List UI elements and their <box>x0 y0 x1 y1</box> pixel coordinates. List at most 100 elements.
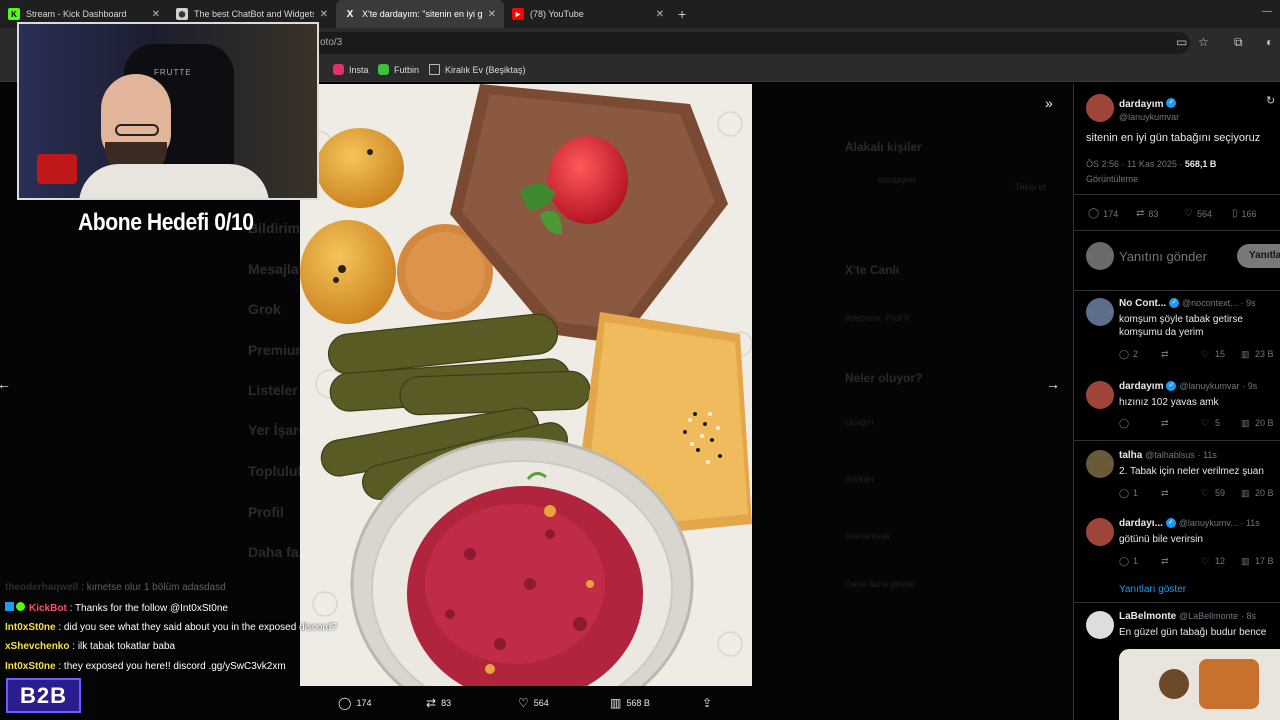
chat-message: theoderhaqwell : kımetse olur 1 bölüm ad… <box>5 582 226 593</box>
reply-avatar[interactable] <box>1086 518 1114 546</box>
reply-views-icon[interactable]: ▥ <box>1241 349 1250 360</box>
reply-views-icon[interactable]: ▥ <box>1241 556 1250 567</box>
bookmark-futbin[interactable]: Futbin <box>378 64 419 75</box>
reply-item[interactable]: talha @talhablsus · 11s 2. Tabak için ne… <box>1074 450 1280 510</box>
whats-happening-title: Neler oluyor? <box>845 371 923 385</box>
views-action[interactable]: ▥ 568 B <box>610 696 650 710</box>
reply-action[interactable]: ◯ 174 <box>338 696 371 710</box>
tab-close-icon[interactable]: ✕ <box>488 9 496 20</box>
chat-text: : ilk tabak tokatlar baba <box>69 641 176 652</box>
reply-reply-icon[interactable]: ◯ <box>1119 488 1129 499</box>
reply-button[interactable]: Yanıtla <box>1237 244 1280 268</box>
reply-retweet-icon[interactable]: ⇄ <box>1161 349 1169 360</box>
author-info: dardayım ✓ @lanuykumvar <box>1119 94 1179 122</box>
tab-label: Stream - Kick Dashboard <box>26 9 127 19</box>
reply-name[interactable]: No Cont... <box>1119 298 1166 309</box>
reply-text: komşum şöyle tabak getirse komşumu da ye… <box>1119 314 1243 338</box>
expand-panel-icon[interactable]: » <box>1045 95 1053 111</box>
divider <box>1074 194 1280 195</box>
reply-name[interactable]: talha <box>1119 450 1142 461</box>
tab-close-icon[interactable]: ✕ <box>152 9 160 20</box>
bookmark-label: Insta <box>349 64 369 75</box>
tab-close-icon[interactable]: ✕ <box>656 9 664 20</box>
detail-retweet[interactable]: ⇄ 83 <box>1136 208 1158 219</box>
detail-like[interactable]: ♡ 564 <box>1184 208 1212 219</box>
bookmark-kiralik-ev[interactable]: Kiralık Ev (Beşiktaş) <box>429 64 526 75</box>
reply-retweet-icon[interactable]: ⇄ <box>1161 418 1169 429</box>
detail-bookmark[interactable]: ▯ 166 <box>1232 208 1257 219</box>
detail-reply[interactable]: ◯ 174 <box>1088 208 1118 219</box>
next-image-icon[interactable]: → <box>1046 376 1060 392</box>
reply-item[interactable]: LaBelmonte @LaBellmonte · 8s En güzel gü… <box>1074 611 1280 720</box>
reply-name[interactable]: dardayı... <box>1119 518 1163 529</box>
reply-views-count: 23 B <box>1255 349 1274 359</box>
reply-views-count: 17 B <box>1255 556 1274 566</box>
reply-retweet-icon[interactable]: ⇄ <box>1161 488 1169 499</box>
bg-text: Daha fazla göster <box>845 579 916 589</box>
reply-like-icon[interactable]: ♡ <box>1201 556 1209 567</box>
share-action[interactable]: ⇪ <box>702 696 717 710</box>
reply-views-icon[interactable]: ▥ <box>1241 488 1250 499</box>
reply-like-icon[interactable]: ♡ <box>1201 349 1209 360</box>
reply-item[interactable]: dardayım ✓ @lanuykumvar · 9s hızınız 102 … <box>1074 381 1280 441</box>
profile-icon[interactable]: ◐ <box>1266 35 1273 49</box>
reply-avatar[interactable] <box>1086 298 1114 326</box>
reply-item[interactable]: No Cont... ✓ @nocontext... · 9s komşum şö… <box>1074 298 1280 364</box>
tab-close-icon[interactable]: ✕ <box>320 9 328 20</box>
reply-avatar[interactable] <box>1086 611 1114 639</box>
new-tab-button[interactable]: + <box>678 6 686 22</box>
like-action[interactable]: ♡ 564 <box>518 696 549 710</box>
author-avatar[interactable] <box>1086 94 1114 122</box>
reply-icon: ◯ <box>1088 208 1100 219</box>
chat-username: xShevchenko <box>5 641 70 652</box>
chat-message: Int0xSt0ne : did you see what they said … <box>5 622 337 633</box>
reply-views-icon[interactable]: ▥ <box>1241 418 1250 429</box>
reply-retweet-icon[interactable]: ⇄ <box>1161 556 1169 567</box>
chat-message: KickBot : Thanks for the follow @Int0xSt… <box>5 602 228 614</box>
show-replies-link[interactable]: Yanıtları göster <box>1119 584 1186 595</box>
views-label: Görüntüleme <box>1086 174 1139 184</box>
tweet-photo[interactable] <box>300 84 752 686</box>
reply-item[interactable]: dardayı... ✓ @lanuykumv... · 11s götünü b… <box>1074 518 1280 578</box>
cast-icon[interactable]: ▭ <box>1176 35 1187 49</box>
reply-avatar[interactable] <box>1086 381 1114 409</box>
heart-icon: ♡ <box>1184 208 1193 219</box>
views-number: 568,1 B <box>1184 159 1217 169</box>
reply-avatar[interactable] <box>1086 450 1114 478</box>
tweet-text: sitenin en iyi gün tabağını seçiyoruz <box>1086 132 1261 144</box>
nav-grok: Grok <box>248 301 281 317</box>
reply-reply-count: 2 <box>1133 349 1139 359</box>
previous-image-icon[interactable]: ← <box>0 376 11 392</box>
detail-reply-count: 174 <box>1103 208 1119 219</box>
reply-input[interactable]: Yanıtını gönder <box>1119 249 1207 264</box>
minimize-icon[interactable]: — <box>1262 6 1272 17</box>
tab-x-post[interactable]: X X'te dardayım: "sitenin en iyi gü ✕ <box>336 0 504 28</box>
reply-name[interactable]: dardayım <box>1119 381 1163 392</box>
reply-photo[interactable] <box>1119 649 1280 720</box>
reply-reply-icon[interactable]: ◯ <box>1119 556 1129 567</box>
author-handle[interactable]: @lanuykumvar <box>1119 112 1179 122</box>
tab-label: The best ChatBot and Widgets <box>194 9 314 19</box>
media-action-bar: ◯ 174 ⇄ 83 ♡ 564 ▥ 568 B ⇪ <box>300 690 752 718</box>
author-name[interactable]: dardayım <box>1119 99 1163 110</box>
reply-header: dardayı... ✓ @lanuykumv... · 11s <box>1119 518 1260 529</box>
reply-like-icon[interactable]: ♡ <box>1201 418 1209 429</box>
timestamp-text: ÖS 2:56 · 11 Kas 2025 · <box>1086 159 1183 169</box>
bookmark-insta[interactable]: Insta <box>333 64 369 75</box>
reply-reply-icon[interactable]: ◯ <box>1119 418 1129 429</box>
grok-icon[interactable]: ↻ <box>1266 94 1275 107</box>
verified-badge-icon <box>16 602 25 611</box>
retweet-action[interactable]: ⇄ 83 <box>426 696 451 710</box>
retweet-count: 83 <box>441 698 452 708</box>
bookmark-star-icon[interactable]: ☆ <box>1198 35 1209 49</box>
reply-reply-icon[interactable]: ◯ <box>1119 349 1129 360</box>
extensions-icon[interactable]: ⧉ <box>1234 35 1243 50</box>
nav-messages: Mesajlar <box>248 261 305 277</box>
chat-text: : they exposed you here!! discord .gg/yS… <box>55 661 286 672</box>
url-input[interactable]: oto/3 <box>310 32 1190 54</box>
tab-youtube[interactable]: ▶ (78) YouTube ✕ <box>504 0 672 28</box>
reply-like-icon[interactable]: ♡ <box>1201 488 1209 499</box>
chat-text: : Thanks for the follow @Int0xSt0ne <box>66 603 228 614</box>
heart-icon: ♡ <box>518 696 529 710</box>
reply-name[interactable]: LaBelmonte <box>1119 611 1176 622</box>
